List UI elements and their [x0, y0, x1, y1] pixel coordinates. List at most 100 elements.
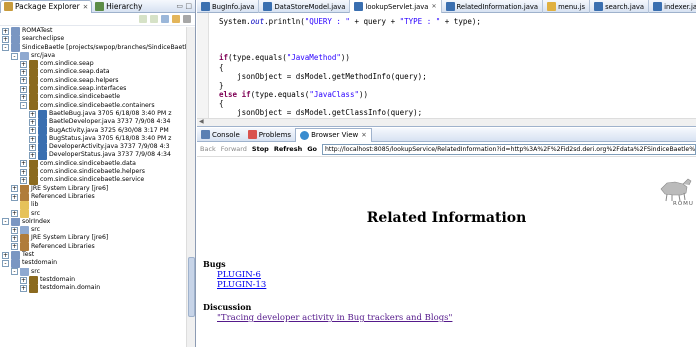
tree-item[interactable]: + testdomain	[0, 275, 186, 285]
expand-toggle-icon[interactable]: +	[20, 284, 27, 292]
bug-link-plugin-13[interactable]: PLUGIN-13	[217, 280, 266, 290]
minimize-icon[interactable]: ▭	[176, 2, 183, 10]
expand-toggle-icon[interactable]: +	[2, 35, 9, 43]
tree-item[interactable]: + BaetleBug.java 3705 6/18/08 3:40 PM z	[0, 109, 186, 119]
link-editor-icon[interactable]	[172, 15, 180, 23]
tree-item[interactable]: + DeveloperStatus.java 3737 7/9/08 4:34	[0, 151, 186, 160]
tree-item[interactable]: + ROMATest	[0, 27, 186, 36]
expand-toggle-icon[interactable]: +	[20, 60, 27, 68]
scroll-left-icon[interactable]: ◀	[199, 118, 204, 125]
tree-item[interactable]: lib	[0, 201, 186, 210]
tree-item[interactable]: + JRE System Library [jre6]	[0, 184, 186, 193]
collapse-toggle-icon[interactable]: -	[11, 52, 18, 60]
editor-tab[interactable]: lookupServlet.java ✕	[350, 0, 442, 13]
tree-item[interactable]: + src	[0, 209, 186, 218]
tree-vertical-scrollbar[interactable]	[186, 27, 195, 347]
tree-item[interactable]: + searcheclipse	[0, 35, 186, 44]
expand-toggle-icon[interactable]: +	[20, 160, 27, 168]
collapse-toggle-icon[interactable]: -	[2, 44, 9, 52]
collapse-toggle-icon[interactable]: -	[2, 218, 9, 226]
editor-horizontal-scrollbar[interactable]: ◀	[197, 118, 696, 126]
forward-arrow-icon[interactable]	[150, 15, 158, 23]
close-icon[interactable]: ✕	[83, 3, 88, 11]
tree-item[interactable]: + BugStatus.java 3705 6/18/08 3:40 PM z	[0, 134, 186, 144]
expand-toggle-icon[interactable]: +	[11, 193, 18, 201]
maximize-icon[interactable]: □	[185, 2, 192, 10]
expand-toggle-icon[interactable]: +	[20, 94, 27, 102]
code-editor[interactable]: System.out.println("QUERY : " + query + …	[197, 13, 696, 118]
back-button[interactable]: Back	[200, 145, 216, 153]
expand-toggle-icon[interactable]: +	[11, 185, 18, 193]
editor-tab[interactable]: DataStoreModel.java	[259, 0, 351, 13]
url-input[interactable]: http://localhost:8085/lookupService/Rela…	[322, 143, 696, 155]
tree-item[interactable]: + Referenced Libraries	[0, 192, 186, 202]
expand-toggle-icon[interactable]: +	[2, 27, 9, 35]
tree-item[interactable]: + com.sindice.sindicebaetle.data	[0, 159, 186, 169]
collapse-toggle-icon[interactable]: -	[20, 102, 27, 110]
editor-tab[interactable]: menu.js	[543, 0, 591, 13]
folder-icon	[20, 201, 29, 210]
tab-browser-view[interactable]: Browser View ✕	[295, 127, 372, 142]
tree-item[interactable]: + com.sindice.seap.interfaces	[0, 85, 186, 94]
expand-toggle-icon[interactable]: +	[2, 251, 9, 259]
editor-tab[interactable]: search.java	[590, 0, 650, 13]
tab-package-explorer[interactable]: Package Explorer ✕	[0, 0, 93, 13]
expand-toggle-icon[interactable]: +	[20, 77, 27, 85]
expand-toggle-icon[interactable]: +	[20, 69, 27, 77]
bug-link-plugin-6[interactable]: PLUGIN-6	[217, 270, 261, 280]
tree-item[interactable]: + com.sindice.sindicebaetle.helpers	[0, 168, 186, 177]
tree-item[interactable]: + com.sindice.seap.data	[0, 68, 186, 77]
close-icon[interactable]: ✕	[431, 3, 436, 10]
expand-toggle-icon[interactable]: +	[20, 176, 27, 184]
tree-item[interactable]: + com.sindice.seap	[0, 60, 186, 69]
expand-toggle-icon[interactable]: +	[20, 85, 27, 93]
forward-button[interactable]: Forward	[221, 145, 247, 153]
expand-toggle-icon[interactable]: +	[20, 168, 27, 176]
expand-toggle-icon[interactable]: +	[11, 226, 18, 234]
tree-item[interactable]: + BaetleDeveloper.java 3737 7/9/08 4:34	[0, 118, 186, 127]
tree-item[interactable]: + JRE System Library [jre6]	[0, 234, 186, 243]
tree-item[interactable]: - SindiceBaetle [projects/swpop/branches/…	[0, 43, 186, 52]
expand-toggle-icon[interactable]: +	[29, 152, 36, 160]
view-menu-icon[interactable]	[183, 15, 191, 23]
collapse-toggle-icon[interactable]: -	[2, 259, 9, 267]
expand-toggle-icon[interactable]: +	[29, 135, 36, 143]
expand-toggle-icon[interactable]: +	[11, 243, 18, 251]
expand-toggle-icon[interactable]: +	[29, 127, 36, 135]
collapse-all-icon[interactable]	[161, 15, 169, 23]
expand-toggle-icon[interactable]: +	[11, 235, 18, 243]
expand-toggle-icon[interactable]: +	[29, 110, 36, 118]
tab-hierarchy[interactable]: Hierarchy	[92, 0, 145, 13]
tab-console[interactable]: Console	[197, 128, 244, 142]
scrollbar-thumb[interactable]	[188, 257, 195, 317]
editor-tab[interactable]: BugInfo.java	[197, 0, 260, 13]
tree-item[interactable]: - src	[0, 267, 186, 276]
editor-tab[interactable]: RelatedInformation.java	[442, 0, 544, 13]
stop-button[interactable]: Stop	[252, 145, 269, 153]
tree-item[interactable]: + com.sindice.sindicebaetle.service	[0, 176, 186, 185]
tree-item[interactable]: - src/java	[0, 51, 186, 61]
tree-item[interactable]: + testdomain.domain	[0, 284, 186, 293]
collapse-toggle-icon[interactable]: -	[11, 268, 18, 276]
tree-item[interactable]: + com.sindice.sindicebaetle	[0, 93, 186, 102]
expand-toggle-icon[interactable]: +	[20, 276, 27, 284]
go-button[interactable]: Go	[307, 145, 317, 153]
tree-item[interactable]: + DeveloperActivity.java 3737 7/9/08 4:3	[0, 143, 186, 152]
expand-toggle-icon[interactable]: +	[29, 118, 36, 126]
expand-toggle-icon[interactable]: +	[11, 210, 18, 218]
discussion-link[interactable]: "Tracing developer activity in Bug track…	[217, 313, 452, 323]
tree-item[interactable]: + Test	[0, 251, 186, 260]
tree-item[interactable]: - solrIndex	[0, 217, 186, 227]
tree-item[interactable]: + src	[0, 226, 186, 235]
editor-tab[interactable]: indexer.java	[649, 0, 696, 13]
tree-item[interactable]: + BugActivity.java 3725 6/30/08 3:17 PM	[0, 126, 186, 135]
tree-item[interactable]: + Referenced Libraries	[0, 242, 186, 252]
tree-item[interactable]: + com.sindice.seap.helpers	[0, 76, 186, 86]
close-icon[interactable]: ✕	[361, 131, 366, 139]
refresh-button[interactable]: Refresh	[274, 145, 302, 153]
back-arrow-icon[interactable]	[139, 15, 147, 23]
expand-toggle-icon[interactable]: +	[29, 143, 36, 151]
tree-item[interactable]: - testdomain	[0, 259, 186, 268]
tab-problems[interactable]: Problems	[244, 128, 295, 142]
tree-item[interactable]: - com.sindice.sindicebaetle.containers	[0, 101, 186, 110]
